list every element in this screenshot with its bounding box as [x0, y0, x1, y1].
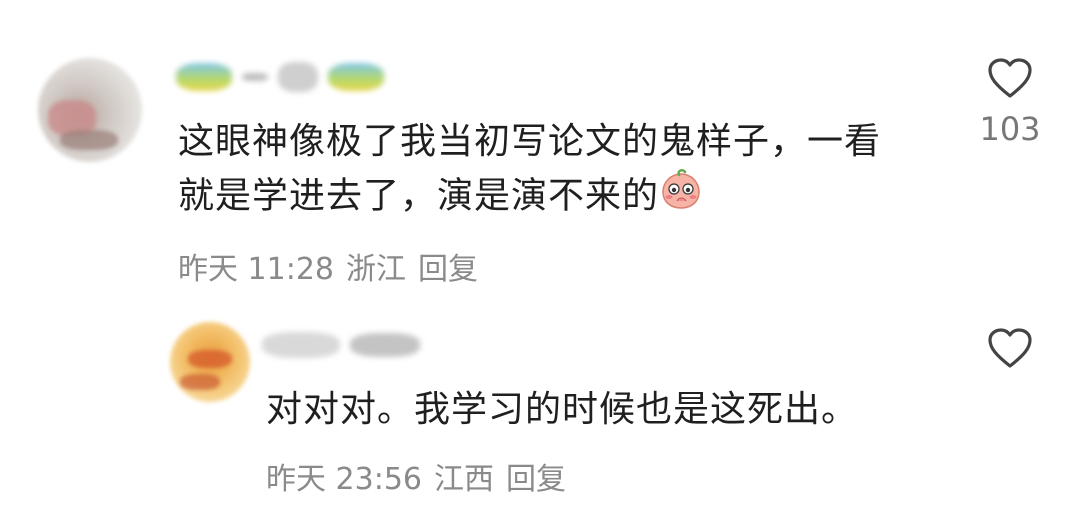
reply-comment-meta: 昨天 23:56 江西 回复 — [266, 454, 566, 498]
comment-line-1: 这眼神像极了我当初写论文的鬼样子，一看 — [178, 121, 882, 162]
reply-reply-button[interactable]: 回复 — [506, 454, 566, 498]
commenter-username-blurred[interactable] — [176, 62, 384, 92]
reply-comment-location: 江西 — [434, 462, 494, 497]
commenter-avatar[interactable] — [38, 58, 142, 162]
like-count: 103 — [979, 110, 1041, 148]
comment-body: 这眼神像极了我当初写论文的鬼样子，一看 就是学进去了，演是演不来的 — [178, 116, 881, 227]
reply-username-blurred[interactable] — [262, 332, 420, 358]
comment-location: 浙江 — [346, 252, 406, 287]
comment-line-2: 就是学进去了，演是演不来的 — [178, 168, 881, 227]
reply-like-control — [972, 326, 1048, 370]
heart-outline-icon[interactable] — [986, 56, 1034, 100]
shy-peach-emoji-icon — [659, 168, 703, 227]
reply-comment-time: 昨天 23:56 — [266, 462, 422, 497]
comment-meta: 昨天 11:28 浙江 回复 — [178, 244, 478, 288]
reply-button[interactable]: 回复 — [418, 244, 478, 288]
heart-outline-icon[interactable] — [986, 326, 1034, 370]
reply-commenter-avatar[interactable] — [170, 322, 250, 402]
comment-time: 昨天 11:28 — [178, 252, 334, 287]
like-control: 103 — [972, 56, 1048, 148]
reply-comment-body: 对对对。我学习的时候也是这死出。 — [266, 389, 859, 430]
